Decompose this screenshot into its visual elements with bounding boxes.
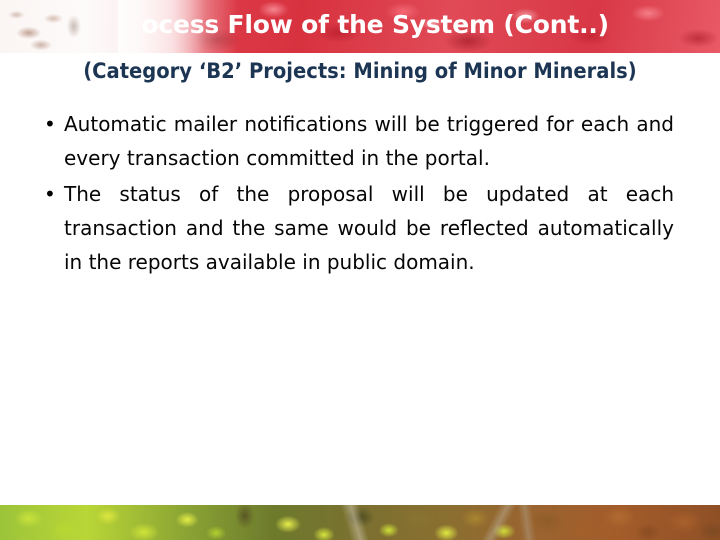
slide-title: Process Flow of the System (Cont..) (0, 8, 720, 42)
bullet-text: Automatic mailer notifications will be t… (64, 112, 674, 170)
bullet-item: • Automatic mailer notifications will be… (44, 107, 674, 175)
slide-title-visible-text: ocess Flow of the System (Cont..) (141, 10, 609, 39)
slide-body: • Automatic mailer notifications will be… (44, 107, 674, 281)
bullet-text: The status of the proposal will be updat… (64, 182, 674, 274)
slide-canvas: Process Flow of the System (Cont..) (Cat… (0, 0, 720, 540)
bottom-decorative-banner (0, 505, 720, 540)
slide-title-obscured-prefix: Pr (111, 10, 142, 39)
bullet-item: • The status of the proposal will be upd… (44, 177, 674, 279)
bullet-marker-icon: • (44, 182, 56, 206)
bullet-marker-icon: • (44, 112, 56, 136)
twigs-overlay (0, 505, 720, 540)
slide-subtitle: (Category ‘B2’ Projects: Mining of Minor… (83, 59, 637, 83)
